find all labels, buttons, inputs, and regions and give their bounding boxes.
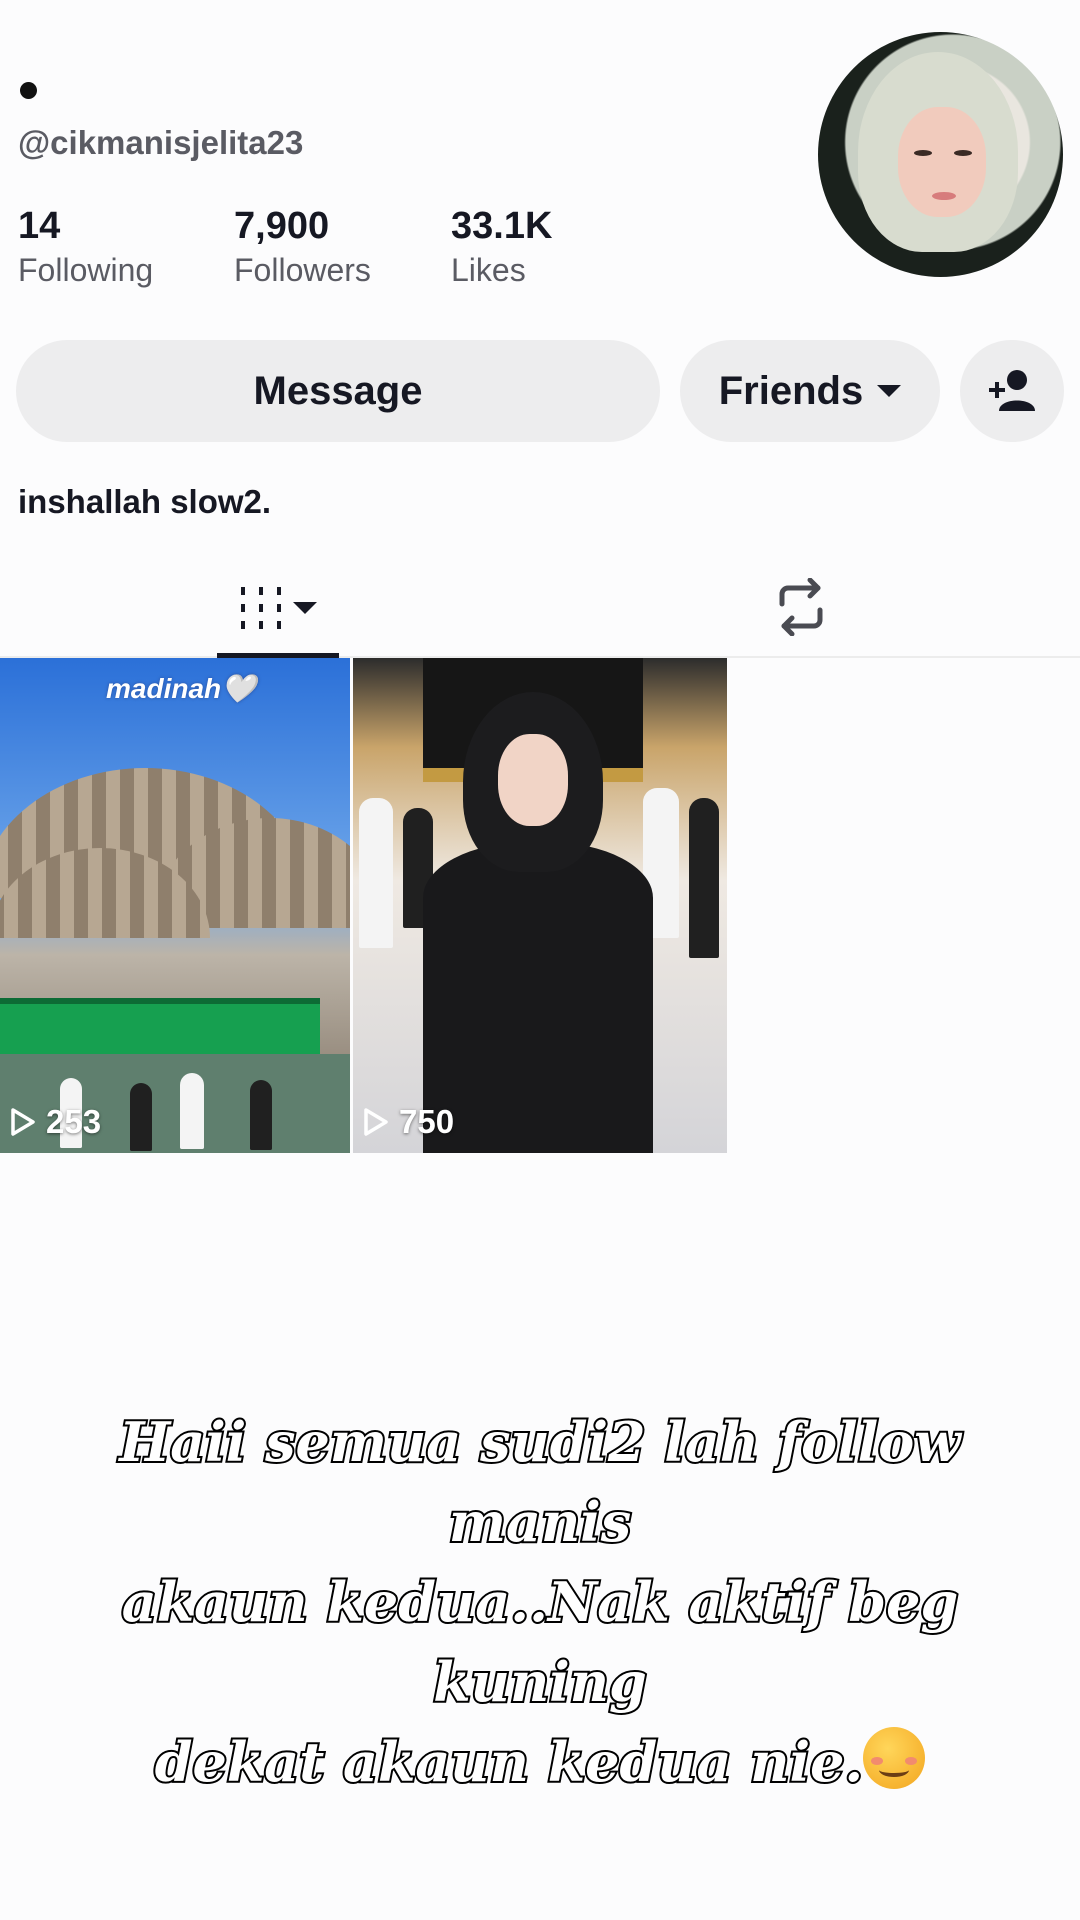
profile-name-dot: [20, 82, 37, 99]
smiling-face-emoji-icon: [863, 1727, 926, 1789]
profile-tabs: [0, 560, 1080, 658]
stat-followers-label: Followers: [234, 252, 371, 288]
video-views-count: 253: [46, 1103, 102, 1140]
stat-followers[interactable]: 7,900 Followers: [234, 204, 371, 290]
add-friend-button[interactable]: [960, 340, 1064, 442]
friends-button-label: Friends: [718, 368, 864, 413]
caption-line-1: Haii semua sudi2 lah follow manis: [117, 1408, 962, 1556]
video-views-count: 750: [399, 1103, 455, 1140]
chevron-down-icon: [877, 385, 902, 397]
video-thumbnail-1[interactable]: madinah🤍 253: [0, 658, 350, 1153]
caption-line-2: akaun kedua..Nak aktif beg kuning: [120, 1568, 960, 1716]
caption-line-3: dekat akaun kedua nie.: [60, 1722, 1020, 1802]
chevron-down-icon: [293, 602, 317, 614]
message-button[interactable]: Message: [16, 340, 660, 442]
stat-following-label: Following: [18, 252, 154, 288]
add-user-icon: [989, 370, 1035, 411]
friends-button[interactable]: Friends: [680, 340, 940, 442]
video-views-2: 750: [363, 1103, 454, 1141]
video-subject: [423, 692, 653, 1153]
profile-page: @cikmanisjelita23 14 Following 7,900 Fol…: [0, 0, 1080, 1920]
play-icon: [364, 1108, 388, 1136]
video-caption-overlay: Haii semua sudi2 lah follow manis akaun …: [60, 1402, 1020, 1802]
profile-handle: @cikmanisjelita23: [18, 124, 304, 161]
stat-followers-value: 7,900: [234, 205, 330, 247]
video-views-1: 253: [10, 1103, 101, 1141]
stat-following[interactable]: 14 Following: [18, 204, 153, 290]
message-button-label: Message: [253, 368, 423, 413]
grid-icon: [241, 587, 281, 629]
stat-likes[interactable]: 33.1K Likes: [451, 204, 552, 290]
stat-following-value: 14: [18, 205, 61, 247]
video-thumbnail-2[interactable]: 750: [353, 658, 727, 1153]
profile-bio: inshallah slow2.: [18, 483, 272, 520]
stat-likes-label: Likes: [451, 252, 526, 288]
avatar[interactable]: [818, 32, 1063, 277]
play-icon: [11, 1108, 35, 1136]
tab-videos[interactable]: [217, 560, 339, 658]
stat-likes-value: 33.1K: [451, 205, 553, 247]
caption-line-3-text: dekat akaun kedua nie.: [153, 1728, 865, 1796]
video-overlay-text: madinah🤍: [106, 673, 256, 704]
repost-icon[interactable]: [770, 578, 832, 636]
